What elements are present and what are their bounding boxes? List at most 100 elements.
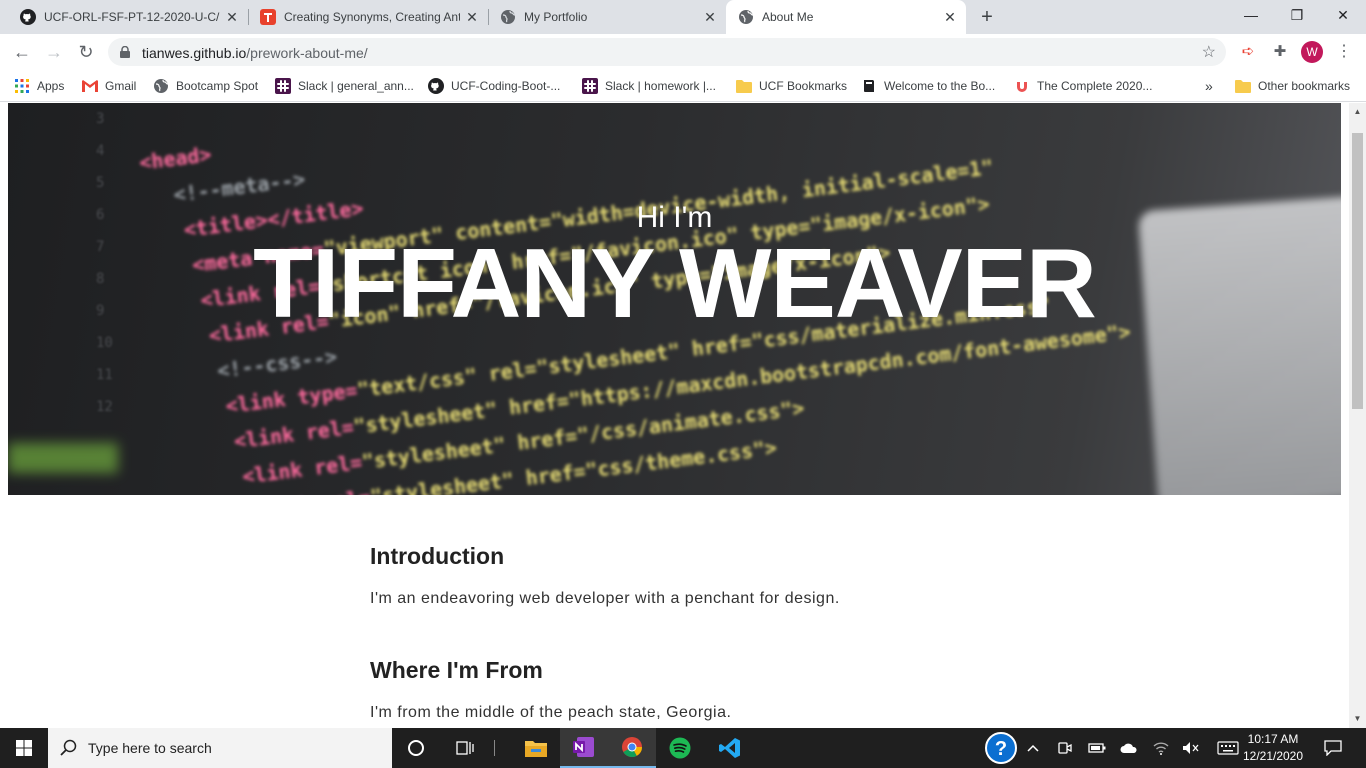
maximize-button[interactable]: ❐ xyxy=(1274,0,1320,30)
bookmark-label: Slack | homework |... xyxy=(605,79,716,93)
bookmark-label: Welcome to the Bo... xyxy=(884,79,996,93)
address-bar[interactable]: tianwes.github.io/prework-about-me/ ☆ xyxy=(108,38,1226,66)
section-text: I'm an endeavoring web developer with a … xyxy=(370,590,840,607)
udemy-icon xyxy=(1014,78,1030,94)
bookmark-label: Slack | general_ann... xyxy=(298,79,414,93)
clock-date: 12/21/2020 xyxy=(1242,749,1304,763)
slack-icon xyxy=(275,78,291,94)
close-icon[interactable]: ✕ xyxy=(942,9,958,25)
code-glow xyxy=(8,443,118,473)
url-text: tianwes.github.io/prework-about-me/ xyxy=(142,45,368,61)
bookmark-label: The Complete 2020... xyxy=(1037,79,1153,93)
bookmark-star-icon[interactable]: ☆ xyxy=(1202,42,1216,62)
page-viewport: 3 4 5 6 7 8 9 10 11 12 <head> <!--meta--> <title>… xyxy=(0,103,1366,728)
onedrive-icon[interactable] xyxy=(1118,728,1140,768)
hero-name: TIFFANY WEAVER xyxy=(253,228,1097,338)
forward-arrow-icon[interactable]: → xyxy=(42,40,66,64)
taskbar-divider xyxy=(494,740,495,756)
url-path: /prework-about-me/ xyxy=(246,45,368,61)
apps-grid-icon xyxy=(14,78,30,94)
globe-icon xyxy=(738,9,754,25)
back-arrow-icon[interactable]: ← xyxy=(10,40,34,64)
search-icon xyxy=(60,739,77,756)
extensions-puzzle-icon[interactable]: ✚ xyxy=(1268,40,1292,64)
scroll-down-arrow-icon[interactable]: ▼ xyxy=(1349,712,1366,726)
bookmark-slack-general[interactable]: Slack | general_ann... xyxy=(275,76,414,96)
battery-icon[interactable] xyxy=(1086,728,1108,768)
book-icon xyxy=(861,78,877,94)
tab-title: About Me xyxy=(762,10,814,24)
search-placeholder: Type here to search xyxy=(88,740,212,756)
gmail-icon xyxy=(82,78,98,94)
scroll-up-arrow-icon[interactable]: ▲ xyxy=(1349,105,1366,119)
window-close-button[interactable]: ✕ xyxy=(1320,0,1366,30)
bookmark-welcome[interactable]: Welcome to the Bo... xyxy=(861,76,995,96)
bookmarks-bar: Apps Gmail Bootcamp Spot Slack | general… xyxy=(0,70,1366,102)
bookmark-apps[interactable]: Apps xyxy=(14,76,64,96)
bookmark-label: Gmail xyxy=(105,79,137,93)
tab-strip: UCF-ORL-FSF-PT-12-2020-U-C/C ✕ Creating … xyxy=(0,0,1366,34)
folder-icon xyxy=(736,78,752,94)
minimize-button[interactable]: — xyxy=(1228,0,1274,30)
wifi-icon[interactable] xyxy=(1150,728,1172,768)
bookmark-bootcamp-spot[interactable]: Bootcamp Spot xyxy=(153,76,258,96)
meet-now-icon[interactable] xyxy=(1054,728,1076,768)
chevron-up-icon[interactable] xyxy=(1022,728,1044,768)
close-icon[interactable]: ✕ xyxy=(224,9,240,25)
file-explorer-icon[interactable] xyxy=(512,728,560,768)
globe-icon xyxy=(153,78,169,94)
task-view-icon[interactable] xyxy=(440,728,488,768)
bookmark-complete-2020[interactable]: The Complete 2020... xyxy=(1014,76,1152,96)
bookmark-ucf-bookmarks[interactable]: UCF Bookmarks xyxy=(736,76,847,96)
extension-arrow-icon[interactable]: ➪ xyxy=(1236,40,1260,64)
bookmark-other-bookmarks[interactable]: Other bookmarks xyxy=(1235,76,1350,96)
bookmarks-overflow-button[interactable]: » xyxy=(1205,76,1213,96)
menu-dots-icon[interactable]: ⋮ xyxy=(1336,40,1352,64)
onenote-icon[interactable] xyxy=(560,728,608,768)
page-scrollbar[interactable]: ▲ ▼ xyxy=(1349,103,1366,728)
volume-muted-icon[interactable] xyxy=(1180,728,1202,768)
section-heading: Introduction xyxy=(370,543,505,569)
start-button[interactable] xyxy=(0,728,48,768)
new-tab-button[interactable]: + xyxy=(976,6,998,28)
tab-title: UCF-ORL-FSF-PT-12-2020-U-C/C xyxy=(44,10,220,24)
taskbar-search-box[interactable]: Type here to search xyxy=(48,728,392,768)
close-icon[interactable]: ✕ xyxy=(464,9,480,25)
browser-toolbar: ← → ↻ tianwes.github.io/prework-about-me… xyxy=(0,34,1366,70)
system-clock[interactable]: 10:17 AM 12/21/2020 xyxy=(1240,731,1306,765)
tab-my-portfolio[interactable]: My Portfolio ✕ xyxy=(488,0,726,34)
bookmark-label: Apps xyxy=(37,79,65,93)
bookmark-ucf-coding[interactable]: UCF-Coding-Boot-... xyxy=(428,76,560,96)
vscode-icon[interactable] xyxy=(706,728,754,768)
hero-banner: 3 4 5 6 7 8 9 10 11 12 <head> <!--meta--> <title>… xyxy=(8,103,1341,495)
section-text: I'm from the middle of the peach state, … xyxy=(370,704,732,721)
profile-avatar[interactable]: W xyxy=(1301,41,1323,63)
close-icon[interactable]: ✕ xyxy=(702,9,718,25)
notifications-icon[interactable] xyxy=(1318,728,1348,768)
svg-text:?: ? xyxy=(995,738,1007,760)
windows-logo-icon xyxy=(16,740,32,756)
bookmark-label: UCF-Coding-Boot-... xyxy=(451,79,561,93)
thesaurus-icon xyxy=(260,9,276,25)
tab-thesaurus[interactable]: Creating Synonyms, Creating Ant ✕ xyxy=(248,0,488,34)
reload-icon[interactable]: ↻ xyxy=(74,40,98,64)
chrome-icon[interactable] xyxy=(608,728,656,768)
tab-title: Creating Synonyms, Creating Ant xyxy=(284,10,460,24)
scrollbar-thumb[interactable] xyxy=(1352,133,1363,409)
help-icon[interactable]: ? xyxy=(984,728,1018,768)
cortana-icon[interactable] xyxy=(392,728,440,768)
bookmark-gmail[interactable]: Gmail xyxy=(82,76,136,96)
bookmark-label: Other bookmarks xyxy=(1258,79,1351,93)
clock-time: 10:17 AM xyxy=(1247,732,1299,746)
bookmark-slack-homework[interactable]: Slack | homework |... xyxy=(582,76,716,96)
tab-github-repo[interactable]: UCF-ORL-FSF-PT-12-2020-U-C/C ✕ xyxy=(8,0,248,34)
section-heading: Where I'm From xyxy=(370,657,543,683)
github-icon xyxy=(428,78,444,94)
keyboard-icon[interactable] xyxy=(1214,728,1242,768)
spotify-icon[interactable] xyxy=(656,728,704,768)
url-host: tianwes.github.io xyxy=(142,45,247,61)
globe-icon xyxy=(500,9,516,25)
slack-icon xyxy=(582,78,598,94)
tab-about-me[interactable]: About Me ✕ xyxy=(726,0,966,34)
bookmark-label: Bootcamp Spot xyxy=(176,79,259,93)
